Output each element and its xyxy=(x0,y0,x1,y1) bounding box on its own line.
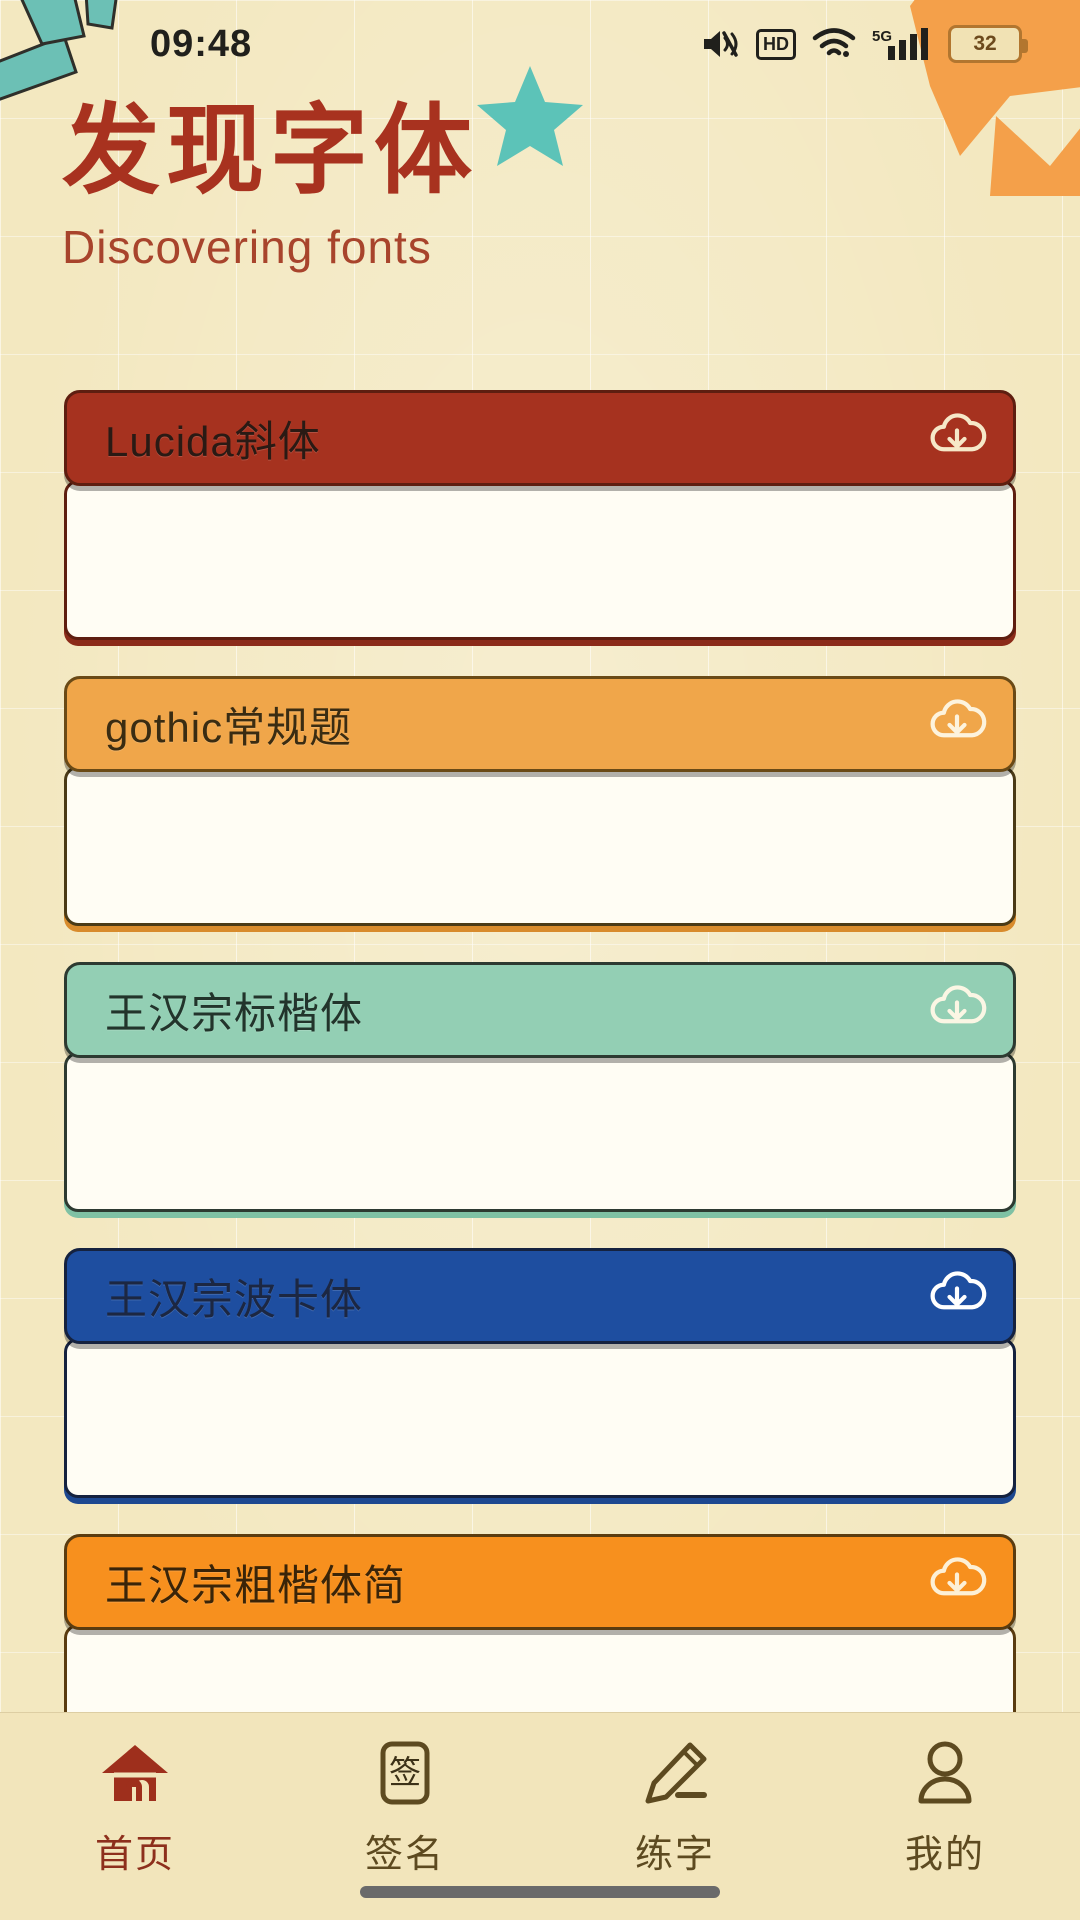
font-card-title: 王汉宗粗楷体简 xyxy=(105,1561,407,1609)
svg-text:签: 签 xyxy=(389,1754,421,1790)
font-preview-area[interactable] xyxy=(64,480,1016,640)
font-card-header[interactable]: 王汉宗粗楷体简 xyxy=(64,1534,1016,1630)
nav-label-home: 首页 xyxy=(94,1834,175,1876)
font-card[interactable]: 王汉宗标楷体 xyxy=(64,962,1016,1212)
nav-item-practice[interactable]: 练字 xyxy=(540,1735,810,1878)
person-icon xyxy=(910,1735,980,1813)
nav-item-profile[interactable]: 我的 xyxy=(810,1735,1080,1878)
mute-icon xyxy=(700,27,740,61)
nav-item-home[interactable]: 首页 xyxy=(0,1735,270,1878)
nav-label-signature: 签名 xyxy=(364,1834,445,1876)
nav-label-practice: 练字 xyxy=(634,1834,715,1876)
font-preview-area[interactable] xyxy=(64,1338,1016,1498)
font-preview-area[interactable] xyxy=(64,766,1016,926)
font-card[interactable]: 王汉宗粗楷体简 xyxy=(64,1534,1016,1720)
status-time: 09:48 xyxy=(150,22,253,65)
5g-signal-icon: 5G xyxy=(872,26,932,62)
font-card-list[interactable]: Lucida斜体 gothic常规题 王汉宗标楷体 王汉宗波卡体 王汉宗粗楷体简 xyxy=(0,390,1080,1720)
font-card-title: Lucida斜体 xyxy=(105,417,321,465)
cloud-download-icon[interactable] xyxy=(927,694,987,754)
wifi-icon xyxy=(812,27,856,61)
battery-level-text: 32 xyxy=(973,32,997,55)
nav-item-signature[interactable]: 签 签名 xyxy=(270,1735,540,1878)
font-card-header[interactable]: gothic常规题 xyxy=(64,676,1016,772)
cloud-download-icon[interactable] xyxy=(927,1552,987,1612)
nav-label-profile: 我的 xyxy=(904,1834,985,1876)
home-indicator xyxy=(360,1886,720,1898)
signature-icon: 签 xyxy=(369,1735,441,1813)
page-header: 发现字体 Discovering fonts xyxy=(0,95,1080,274)
pencil-icon xyxy=(638,1735,712,1813)
page-subtitle: Discovering fonts xyxy=(62,220,432,273)
font-card-header[interactable]: Lucida斜体 xyxy=(64,390,1016,486)
font-card-title: 王汉宗标楷体 xyxy=(105,989,364,1037)
font-card-title: 王汉宗波卡体 xyxy=(105,1275,364,1323)
font-card[interactable]: gothic常规题 xyxy=(64,676,1016,926)
hd-icon: HD xyxy=(755,28,796,60)
font-card[interactable]: Lucida斜体 xyxy=(64,390,1016,640)
cloud-download-icon[interactable] xyxy=(927,980,987,1040)
status-bar: 09:48 HD 5G 32 xyxy=(0,0,1080,88)
font-card-header[interactable]: 王汉宗标楷体 xyxy=(64,962,1016,1058)
font-preview-area[interactable] xyxy=(64,1052,1016,1212)
home-icon xyxy=(96,1735,174,1813)
cloud-download-icon[interactable] xyxy=(927,1266,987,1326)
page-title: 发现字体 xyxy=(62,95,479,205)
font-card-header[interactable]: 王汉宗波卡体 xyxy=(64,1248,1016,1344)
font-card-title: gothic常规题 xyxy=(105,703,353,751)
cloud-download-icon[interactable] xyxy=(927,408,987,468)
font-card[interactable]: 王汉宗波卡体 xyxy=(64,1248,1016,1498)
font-preview-area[interactable] xyxy=(64,1624,1016,1720)
battery-icon: 32 xyxy=(948,25,1028,63)
status-icons-group: HD 5G 32 xyxy=(700,25,1028,63)
